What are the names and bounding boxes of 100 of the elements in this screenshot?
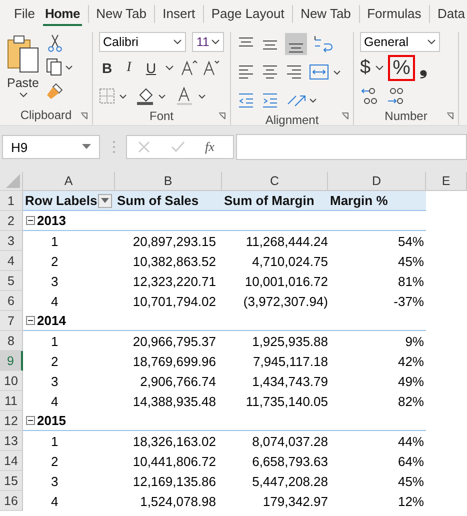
- align-center-icon[interactable]: [261, 63, 279, 81]
- font-size-arrows-icon[interactable]: [180, 59, 220, 77]
- launcher-icon[interactable]: [80, 112, 88, 120]
- group-label: Clipboard: [19, 107, 73, 124]
- number-format-dropdown[interactable]: General: [360, 32, 440, 52]
- ribbon-tab[interactable]: Page Layout: [209, 2, 286, 26]
- table-cell: 9%: [405, 334, 424, 348]
- row-header[interactable]: 10: [0, 371, 23, 391]
- table-cell: 82%: [398, 394, 424, 408]
- quarter-label: 3: [51, 374, 58, 388]
- row-header[interactable]: 12: [0, 411, 23, 431]
- decrease-decimal-icon[interactable]: [386, 86, 406, 106]
- table-cell: 7,945,117.18: [253, 354, 328, 368]
- table-cell: 44%: [398, 434, 424, 448]
- row-header[interactable]: 15: [0, 471, 23, 491]
- row-header[interactable]: 3: [0, 231, 23, 251]
- group-label: Number: [384, 108, 428, 125]
- collapse-icon[interactable]: [26, 216, 35, 225]
- percent-button[interactable]: %: [388, 55, 416, 81]
- table-cell: 10,001,016.72: [244, 274, 328, 288]
- launcher-icon[interactable]: [218, 112, 226, 120]
- table-cell: 12%: [398, 494, 424, 508]
- ribbon-tab[interactable]: New Tab: [94, 2, 148, 26]
- copy-icon[interactable]: [46, 58, 74, 76]
- quarter-label: 2: [51, 354, 58, 368]
- caret-icon[interactable]: [374, 65, 384, 71]
- ribbon-tab[interactable]: File: [12, 2, 37, 26]
- ribbon-tab[interactable]: Data: [436, 2, 467, 26]
- table-cell: 6,658,793.63: [252, 454, 328, 468]
- bold-button[interactable]: B: [99, 60, 115, 76]
- table-cell: 4,710,024.75: [252, 254, 328, 268]
- row-header[interactable]: 2: [0, 211, 23, 231]
- align-right-icon[interactable]: [285, 63, 303, 81]
- table-cell: 12,323,220.71: [132, 274, 216, 288]
- align-bottom-icon[interactable]: [285, 33, 307, 55]
- wrap-text-icon[interactable]: [313, 34, 333, 54]
- row-header[interactable]: 16: [0, 491, 23, 511]
- quarter-label: 1: [51, 334, 58, 348]
- caret-icon[interactable]: [165, 65, 174, 71]
- pivot-header-cell: Margin %: [328, 191, 426, 211]
- borders-icon[interactable]: [99, 87, 129, 105]
- ribbon-tab[interactable]: Home: [42, 2, 82, 26]
- table-cell: 45%: [398, 474, 424, 488]
- collapse-icon[interactable]: [26, 416, 35, 425]
- table-cell: 10,382,863.52: [132, 254, 216, 268]
- scissors-icon[interactable]: [46, 34, 64, 52]
- table-cell: 42%: [398, 354, 424, 368]
- table-cell: 5,447,208.28: [252, 474, 328, 488]
- decrease-indent-icon[interactable]: [237, 91, 255, 109]
- table-cell: 10,441,806.72: [132, 454, 216, 468]
- table-cell: 2,906,766.74: [140, 374, 216, 388]
- row-header[interactable]: 1: [0, 191, 23, 211]
- table-cell: 1,524,078.98: [140, 494, 216, 508]
- ribbon-tab[interactable]: Insert: [160, 2, 198, 26]
- row-header[interactable]: 11: [0, 391, 23, 411]
- merge-center-icon[interactable]: [309, 63, 343, 81]
- comma-button[interactable]: ❟: [419, 56, 428, 80]
- ribbon-tab[interactable]: New Tab: [298, 2, 353, 26]
- align-left-icon[interactable]: [237, 63, 255, 81]
- pivot-header-cell: Sum of Margin: [222, 191, 328, 211]
- italic-button[interactable]: I: [121, 60, 137, 76]
- caret-icon: [173, 39, 182, 45]
- year-label: 2015: [37, 413, 66, 428]
- table-cell: 64%: [398, 454, 424, 468]
- group-label: Font: [148, 108, 174, 125]
- row-header[interactable]: 9: [0, 351, 23, 371]
- table-cell: 20,966,795.37: [132, 334, 216, 348]
- quarter-label: 4: [51, 294, 58, 308]
- check-icon[interactable]: [171, 140, 185, 154]
- quarter-label: 2: [51, 454, 58, 468]
- increase-decimal-icon[interactable]: [360, 86, 380, 106]
- row-header[interactable]: 7: [0, 311, 23, 331]
- currency-button[interactable]: $: [360, 57, 371, 79]
- font-size-dropdown[interactable]: 11: [192, 32, 224, 52]
- quarter-label: 3: [51, 274, 58, 288]
- table-cell: (3,972,307.94): [243, 294, 328, 308]
- caret-icon: [82, 144, 91, 150]
- caret-icon: [211, 39, 220, 45]
- paste-button[interactable]: Paste: [6, 32, 40, 107]
- paintbrush-icon[interactable]: [46, 82, 64, 100]
- collapse-icon[interactable]: [26, 316, 35, 325]
- row-header[interactable]: 8: [0, 331, 23, 351]
- insert-function-button[interactable]: fx: [205, 139, 214, 155]
- underline-button[interactable]: U: [143, 60, 159, 76]
- launcher-icon[interactable]: [341, 112, 349, 120]
- font-name-dropdown[interactable]: Calibri: [99, 32, 186, 52]
- filter-dropdown-button[interactable]: [98, 194, 112, 208]
- row-header[interactable]: 5: [0, 271, 23, 291]
- table-cell: 1,925,935.88: [252, 334, 328, 348]
- formula-input[interactable]: [236, 134, 467, 160]
- row-header[interactable]: 14: [0, 451, 23, 471]
- row-header[interactable]: 13: [0, 431, 23, 451]
- ribbon-tab[interactable]: Formulas: [365, 2, 424, 26]
- grip-icon: [112, 140, 116, 154]
- launcher-icon[interactable]: [446, 112, 454, 120]
- row-header[interactable]: 6: [0, 291, 23, 311]
- name-box[interactable]: H9: [2, 135, 100, 159]
- row-header[interactable]: 4: [0, 251, 23, 271]
- quarter-label: 4: [51, 494, 58, 508]
- increase-indent-icon[interactable]: [261, 91, 279, 109]
